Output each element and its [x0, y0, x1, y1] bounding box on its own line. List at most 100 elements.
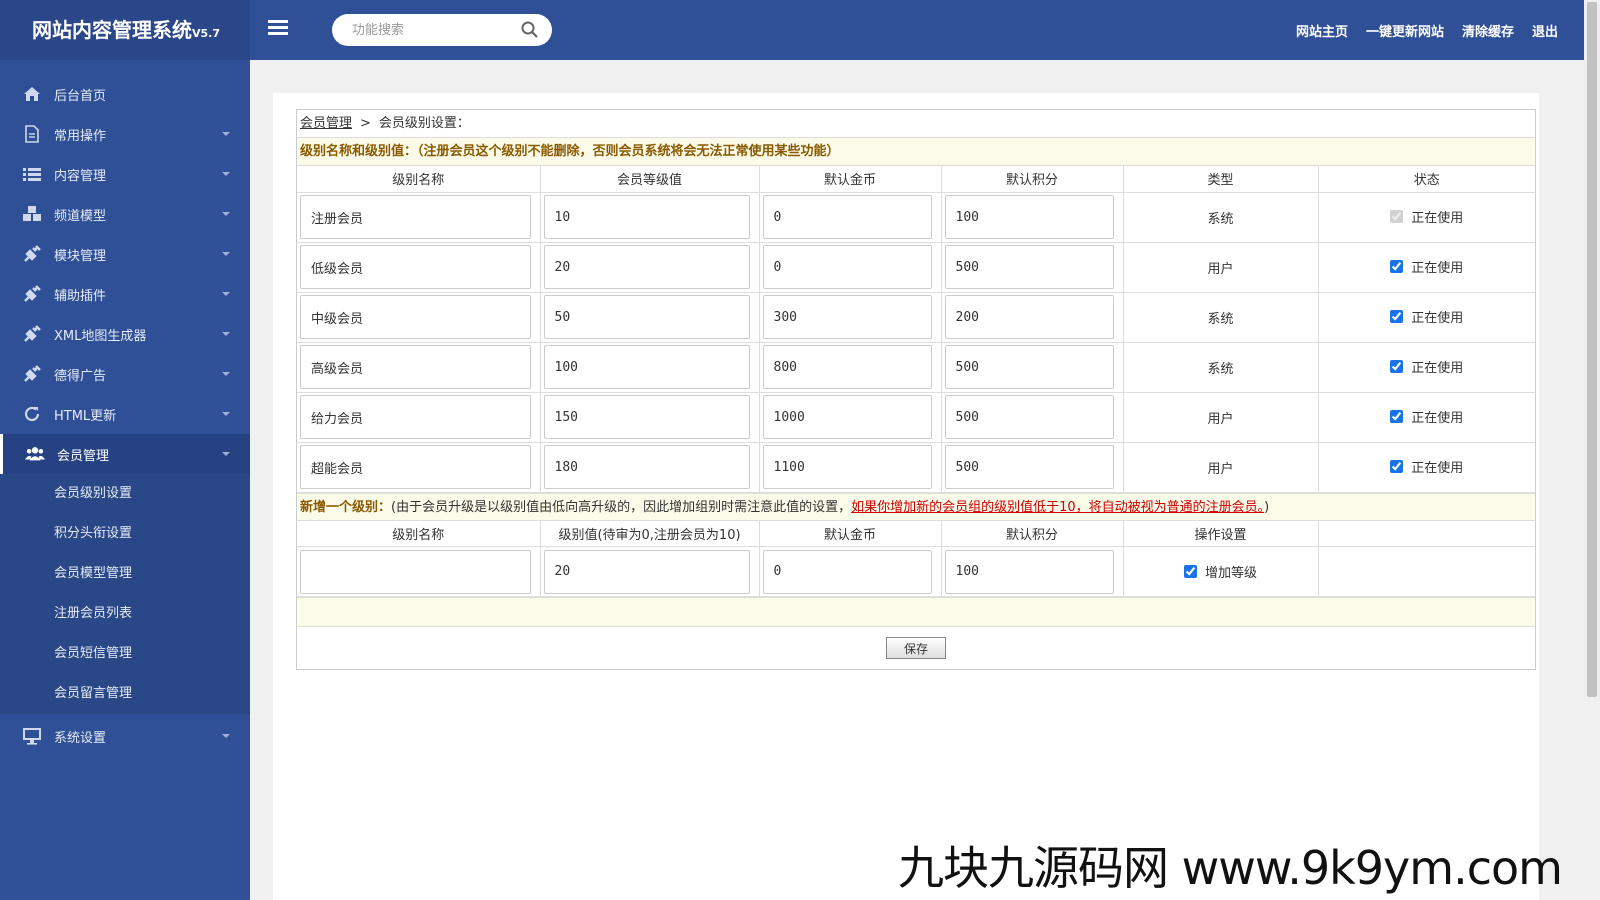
column-header: 级别值(待审为0,注册会员为10)	[539, 520, 760, 547]
sidebar-item-label: 系统设置	[54, 730, 107, 746]
level-type: 系统	[1122, 291, 1319, 343]
sidebar-item-members[interactable]: 会员管理	[0, 434, 250, 474]
new-level-score-input[interactable]	[944, 549, 1114, 594]
level-money-input[interactable]	[762, 445, 932, 489]
search-box	[332, 14, 552, 46]
level-status-checkbox[interactable]	[1390, 260, 1404, 273]
breadcrumb-parent-link[interactable]: 会员管理	[300, 116, 352, 131]
update-site-link[interactable]: 一键更新网站	[1366, 21, 1444, 40]
home-icon	[22, 84, 42, 104]
submenu-sms[interactable]: 会员短信管理	[0, 634, 250, 674]
add-level-label: 新增一个级别：	[300, 499, 392, 515]
plug-icon	[22, 364, 42, 384]
level-money-input[interactable]	[762, 295, 932, 339]
level-name-input[interactable]	[300, 295, 531, 339]
column-header	[1317, 520, 1535, 547]
level-rank-input[interactable]	[543, 445, 750, 489]
sidebar-item-system-settings[interactable]: 系统设置	[0, 716, 250, 756]
submenu-member-models[interactable]: 会员模型管理	[0, 554, 250, 594]
level-score-input[interactable]	[944, 245, 1114, 289]
level-money-input[interactable]	[762, 245, 932, 289]
save-button[interactable]: 保存	[886, 637, 946, 659]
chevron-down-icon	[222, 212, 230, 216]
form-spacer-bar	[297, 597, 1535, 627]
level-score-input[interactable]	[944, 195, 1114, 239]
level-rank-input[interactable]	[543, 195, 750, 239]
home-link[interactable]: 网站主页	[1296, 21, 1348, 40]
level-status-checkbox[interactable]	[1390, 310, 1404, 323]
table-row: 用户 正在使用	[297, 391, 1535, 443]
column-header: 级别名称	[297, 520, 541, 547]
level-status-label: 正在使用	[1411, 211, 1464, 226]
new-level-money-input[interactable]	[762, 549, 932, 594]
level-status-label: 正在使用	[1411, 311, 1464, 326]
search-input[interactable]	[352, 14, 522, 46]
level-status-checkbox[interactable]	[1390, 360, 1404, 373]
page-scrollbar[interactable]	[1584, 0, 1600, 900]
chevron-down-icon	[222, 172, 230, 176]
sidebar-item-channel-model[interactable]: 频道模型	[0, 194, 250, 234]
sidebar-item-html-update[interactable]: HTML更新	[0, 394, 250, 434]
level-name-input[interactable]	[300, 245, 531, 289]
sidebar-item-plugins[interactable]: 辅助插件	[0, 274, 250, 314]
level-score-input[interactable]	[944, 295, 1114, 339]
plug-icon	[22, 284, 42, 304]
level-score-input[interactable]	[944, 345, 1114, 389]
submenu-score-titles[interactable]: 积分头衔设置	[0, 514, 250, 554]
sidebar-item-ads[interactable]: 德得广告	[0, 354, 250, 394]
sidebar-item-xml-map[interactable]: XML地图生成器	[0, 314, 250, 354]
new-level-rank-input[interactable]	[543, 549, 750, 594]
level-status[interactable]: 正在使用	[1390, 407, 1463, 426]
submenu-messages[interactable]: 会员留言管理	[0, 674, 250, 714]
level-status-checkbox[interactable]	[1390, 460, 1404, 473]
breadcrumb: 会员管理 > 会员级别设置：	[297, 110, 1535, 138]
menu-toggle-icon[interactable]	[266, 18, 290, 42]
refresh-icon	[22, 404, 42, 424]
submenu-member-list[interactable]: 注册会员列表	[0, 594, 250, 634]
clear-cache-link[interactable]: 清除缓存	[1462, 21, 1514, 40]
add-level-checkbox[interactable]	[1183, 564, 1197, 578]
level-money-input[interactable]	[762, 395, 932, 439]
sidebar-item-content[interactable]: 内容管理	[0, 154, 250, 194]
submenu-member-levels[interactable]: 会员级别设置	[0, 474, 250, 514]
logout-link[interactable]: 退出	[1532, 21, 1558, 40]
add-level-close: )	[1264, 499, 1270, 515]
level-status[interactable]: 正在使用	[1390, 357, 1463, 376]
sidebar-item-label: 后台首页	[54, 88, 107, 104]
level-name-input[interactable]	[300, 345, 531, 389]
column-header: 级别名称	[297, 166, 541, 193]
add-level-text: (由于会员升级是以级别值由低向高升级的，因此增加组别时需注意此值的设置，	[391, 499, 852, 515]
new-level-name-input[interactable]	[300, 549, 531, 594]
scrollbar-thumb[interactable]	[1587, 2, 1597, 697]
sidebar-item-label: HTML更新	[54, 408, 117, 424]
level-status-label: 正在使用	[1411, 461, 1464, 476]
level-rank-input[interactable]	[543, 245, 750, 289]
sidebar-item-common[interactable]: 常用操作	[0, 114, 250, 154]
level-status[interactable]: 正在使用	[1390, 457, 1463, 476]
level-rank-input[interactable]	[543, 395, 750, 439]
level-rank-input[interactable]	[543, 345, 750, 389]
sidebar-item-modules[interactable]: 模块管理	[0, 234, 250, 274]
level-status-label: 正在使用	[1411, 411, 1464, 426]
level-status[interactable]: 正在使用	[1390, 257, 1463, 276]
level-rank-input[interactable]	[543, 295, 750, 339]
column-header: 默认积分	[940, 520, 1124, 547]
search-icon[interactable]	[520, 20, 540, 40]
level-name-input[interactable]	[300, 395, 531, 439]
brand-logo[interactable]: 网站内容管理系统V5.7	[0, 0, 250, 60]
level-score-input[interactable]	[944, 445, 1114, 489]
level-name-input[interactable]	[300, 445, 531, 489]
level-status-checkbox[interactable]	[1390, 410, 1404, 423]
level-money-input[interactable]	[762, 195, 932, 239]
level-name-input[interactable]	[300, 195, 531, 239]
content-panel: 会员管理 > 会员级别设置： 级别名称和级别值：（注册会员这个级别不能删除，否则会员…	[273, 93, 1539, 900]
plug-icon	[22, 244, 42, 264]
sidebar-item-home[interactable]: 后台首页	[0, 74, 250, 114]
level-money-input[interactable]	[762, 345, 932, 389]
chevron-down-icon	[222, 452, 230, 456]
level-status[interactable]: 正在使用	[1390, 307, 1463, 326]
level-score-input[interactable]	[944, 395, 1114, 439]
breadcrumb-separator: >	[360, 116, 371, 131]
add-level-option[interactable]: 增加等级	[1183, 562, 1257, 581]
chevron-down-icon	[222, 734, 230, 738]
